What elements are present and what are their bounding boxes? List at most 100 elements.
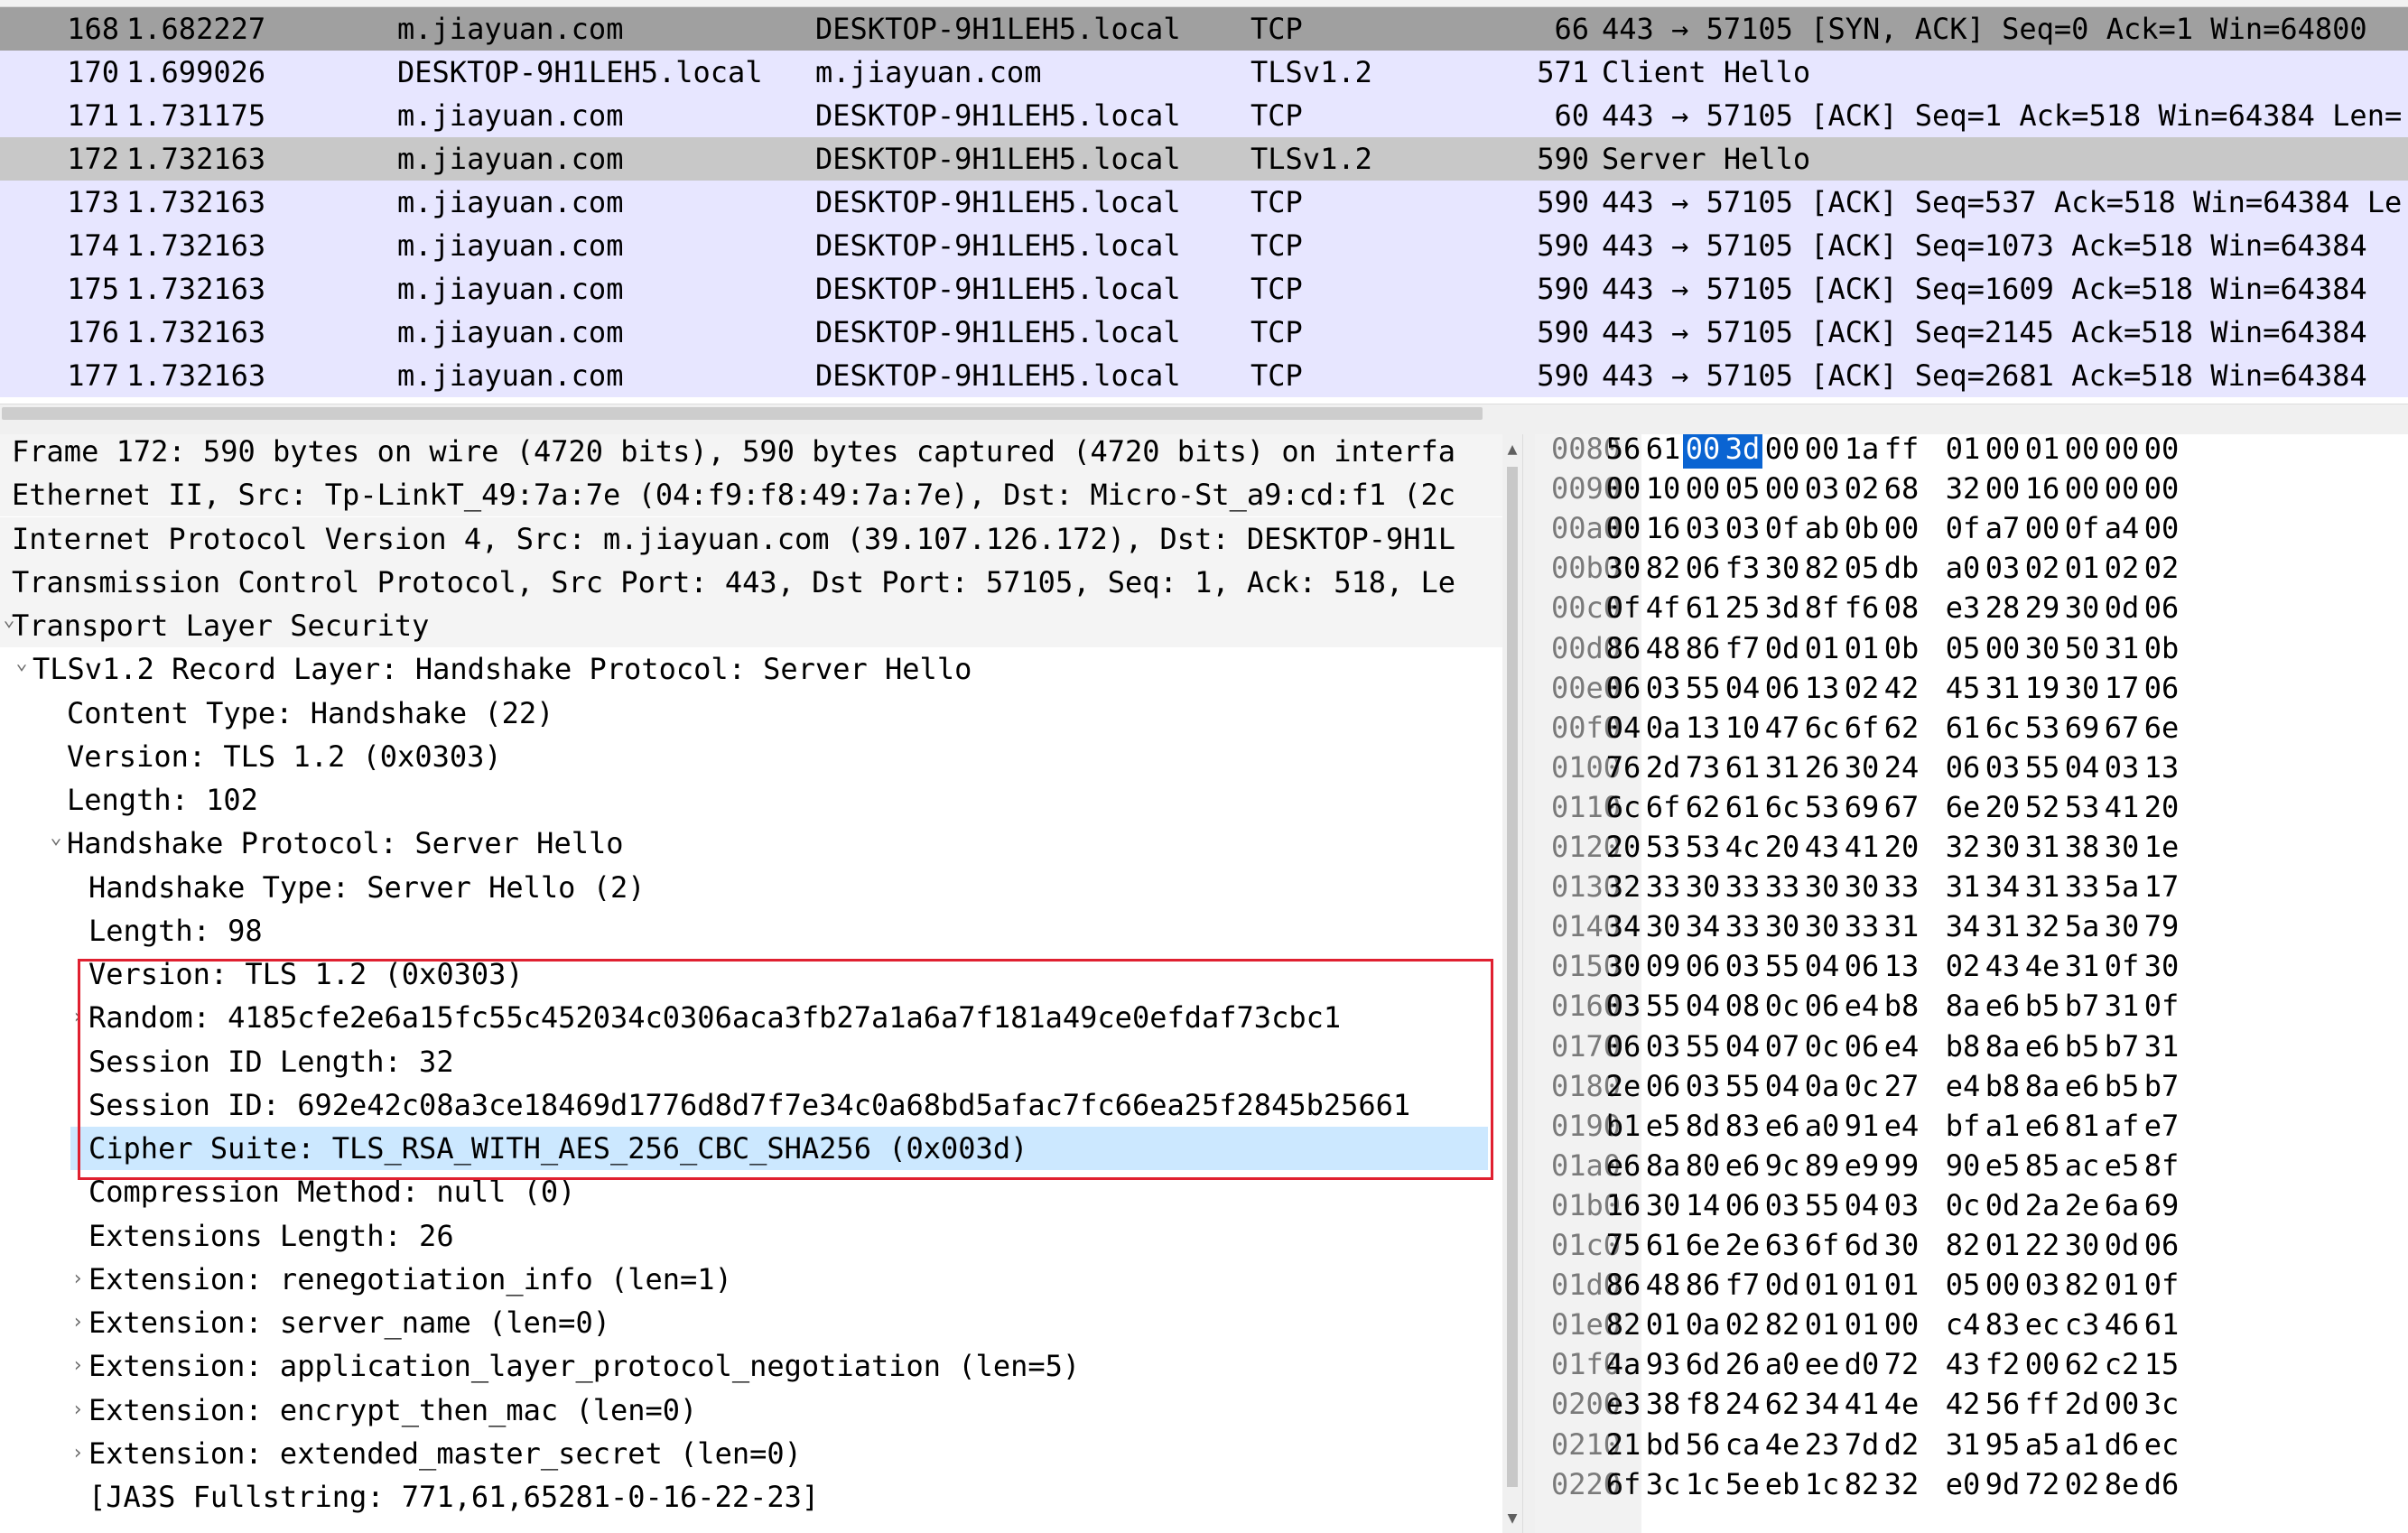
hex-byte[interactable]: 06 bbox=[2142, 668, 2181, 708]
hex-byte[interactable]: a4 bbox=[2102, 508, 2142, 548]
hex-byte[interactable]: 56 bbox=[1683, 1425, 1723, 1464]
packet-row[interactable]: 174 1.732163 m.jiayuan.com DESKTOP-9H1LEH5.… bbox=[0, 224, 2408, 267]
hex-byte[interactable]: 48 bbox=[1643, 1265, 1683, 1305]
hex-byte[interactable]: 93 bbox=[1643, 1344, 1683, 1384]
hex-byte[interactable]: 30 bbox=[2022, 628, 2062, 668]
hex-byte[interactable]: 00 bbox=[2022, 508, 2062, 548]
hex-byte[interactable]: 0f bbox=[2142, 1265, 2181, 1305]
hex-byte[interactable]: a0 bbox=[1762, 1344, 1802, 1384]
hex-byte[interactable]: 02 bbox=[1943, 946, 1983, 986]
hex-byte[interactable]: 13 bbox=[1683, 708, 1723, 748]
hex-byte[interactable]: 15 bbox=[2142, 1344, 2181, 1384]
hex-byte[interactable]: 6f bbox=[1604, 1464, 1643, 1504]
hex-byte[interactable]: 8e bbox=[2102, 1464, 2142, 1504]
hex-byte[interactable]: 04 bbox=[1723, 1027, 1762, 1066]
hex-byte[interactable]: 23 bbox=[1802, 1425, 1842, 1464]
hex-byte[interactable]: 00 bbox=[1882, 508, 1921, 548]
hex-byte[interactable]: 55 bbox=[1683, 668, 1723, 708]
hex-byte[interactable]: 31 bbox=[2022, 827, 2062, 867]
hex-byte[interactable]: 13 bbox=[2142, 748, 2181, 787]
hex-byte[interactable]: 03 bbox=[1723, 508, 1762, 548]
hex-byte[interactable]: 43 bbox=[1802, 827, 1842, 867]
hex-byte[interactable]: 01 bbox=[1983, 1225, 2022, 1265]
hex-byte[interactable]: ca bbox=[1723, 1425, 1762, 1464]
hex-byte[interactable]: f7 bbox=[1723, 628, 1762, 668]
hex-byte[interactable]: 42 bbox=[1943, 1384, 1983, 1424]
hex-byte[interactable]: 30 bbox=[1604, 548, 1643, 588]
hex-byte[interactable]: 25 bbox=[1723, 588, 1762, 627]
hex-byte[interactable]: a0 bbox=[1943, 548, 1983, 588]
hex-byte[interactable]: 33 bbox=[1882, 867, 1921, 906]
hex-byte[interactable]: 62 bbox=[2062, 1344, 2102, 1384]
hex-byte[interactable]: 02 bbox=[1842, 469, 1882, 508]
hex-byte[interactable]: 2d bbox=[2062, 1384, 2102, 1424]
hex-byte[interactable]: b5 bbox=[2062, 1027, 2102, 1066]
hex-byte[interactable]: 20 bbox=[1604, 827, 1643, 867]
hex-byte[interactable]: 99 bbox=[1882, 1146, 1921, 1185]
chevron-down-icon[interactable]: ⌄ bbox=[47, 816, 65, 859]
hex-byte[interactable]: 01 bbox=[2022, 434, 2062, 469]
hex-byte[interactable]: 00 bbox=[1983, 1265, 2022, 1305]
hex-byte[interactable]: 32 bbox=[2022, 906, 2062, 946]
tree-item[interactable]: Length: 98 bbox=[0, 909, 1490, 952]
hex-byte[interactable]: 47 bbox=[1762, 708, 1802, 748]
hex-byte[interactable]: 06 bbox=[1683, 548, 1723, 588]
hex-byte[interactable]: 0f bbox=[2102, 946, 2142, 986]
hex-byte[interactable]: 00 bbox=[2022, 1344, 2062, 1384]
hex-byte[interactable]: 62 bbox=[1683, 787, 1723, 827]
hex-byte[interactable]: 41 bbox=[2102, 787, 2142, 827]
hex-byte[interactable]: 2d bbox=[1643, 748, 1683, 787]
hex-byte[interactable]: 2e bbox=[2062, 1185, 2102, 1225]
tree-item[interactable]: Cipher Suite: TLS_RSA_WITH_AES_256_CBC_S… bbox=[70, 1127, 1488, 1170]
chevron-right-icon[interactable]: › bbox=[69, 1301, 87, 1344]
hex-byte[interactable]: b1 bbox=[1604, 1106, 1643, 1146]
hex-byte[interactable]: 06 bbox=[1723, 1185, 1762, 1225]
hex-byte[interactable]: 05 bbox=[1943, 628, 1983, 668]
hex-byte[interactable]: 04 bbox=[1802, 946, 1842, 986]
hex-byte[interactable]: 20 bbox=[1762, 827, 1802, 867]
tree-item[interactable]: Length: 102 bbox=[0, 778, 1490, 822]
hex-byte[interactable]: a0 bbox=[1802, 1106, 1842, 1146]
hex-byte[interactable]: e7 bbox=[2142, 1106, 2181, 1146]
hex-byte[interactable]: 03 bbox=[2102, 748, 2142, 787]
hex-byte[interactable]: 75 bbox=[1604, 1225, 1643, 1265]
hex-byte[interactable]: 1c bbox=[1683, 1464, 1723, 1504]
hex-byte[interactable]: 06 bbox=[2142, 588, 2181, 627]
hex-byte[interactable]: 0d bbox=[2102, 1225, 2142, 1265]
hex-byte[interactable]: 30 bbox=[1643, 906, 1683, 946]
hex-byte[interactable]: 03 bbox=[1802, 469, 1842, 508]
hex-byte[interactable]: e9 bbox=[1842, 1146, 1882, 1185]
hex-byte[interactable]: ee bbox=[1802, 1344, 1842, 1384]
hex-byte[interactable]: ec bbox=[2022, 1305, 2062, 1344]
hex-byte[interactable]: f3 bbox=[1723, 548, 1762, 588]
hex-byte[interactable]: 1e bbox=[2142, 827, 2181, 867]
hex-byte[interactable]: 30 bbox=[1643, 1185, 1683, 1225]
hex-byte[interactable]: a5 bbox=[2022, 1425, 2062, 1464]
hex-byte[interactable]: 5e bbox=[1723, 1464, 1762, 1504]
hex-byte[interactable]: 0f bbox=[1604, 588, 1643, 627]
hex-byte[interactable]: 0b bbox=[2142, 628, 2181, 668]
hex-byte[interactable]: b8 bbox=[1882, 986, 1921, 1026]
chevron-right-icon[interactable]: › bbox=[69, 1432, 87, 1475]
hex-byte[interactable]: 31 bbox=[2022, 867, 2062, 906]
hex-byte[interactable]: 8a bbox=[1643, 1146, 1683, 1185]
hex-byte[interactable]: 06 bbox=[1604, 668, 1643, 708]
hex-byte[interactable]: 00 bbox=[2062, 434, 2102, 469]
hex-byte[interactable]: 2a bbox=[2022, 1185, 2062, 1225]
hex-byte[interactable]: 0d bbox=[1762, 1265, 1802, 1305]
hex-byte[interactable]: 48 bbox=[1643, 628, 1683, 668]
hex-byte[interactable]: 01 bbox=[2102, 1265, 2142, 1305]
tree-item[interactable]: Version: TLS 1.2 (0x0303) bbox=[0, 735, 1490, 778]
packet-row[interactable]: 171 1.731175 m.jiayuan.com DESKTOP-9H1LEH5.… bbox=[0, 94, 2408, 137]
hex-byte[interactable]: 01 bbox=[1882, 1265, 1921, 1305]
hex-byte[interactable]: 26 bbox=[1723, 1344, 1762, 1384]
hex-byte[interactable]: 33 bbox=[1723, 906, 1762, 946]
hex-byte[interactable]: 02 bbox=[2022, 548, 2062, 588]
hex-byte[interactable]: e4 bbox=[1842, 986, 1882, 1026]
chevron-down-icon[interactable]: ⌄ bbox=[13, 642, 31, 685]
hex-byte[interactable]: 42 bbox=[1882, 668, 1921, 708]
hex-byte[interactable]: 01 bbox=[1802, 628, 1842, 668]
hex-byte[interactable]: 32 bbox=[1943, 827, 1983, 867]
hex-byte[interactable]: 20 bbox=[1882, 827, 1921, 867]
hex-byte[interactable]: 81 bbox=[2062, 1106, 2102, 1146]
